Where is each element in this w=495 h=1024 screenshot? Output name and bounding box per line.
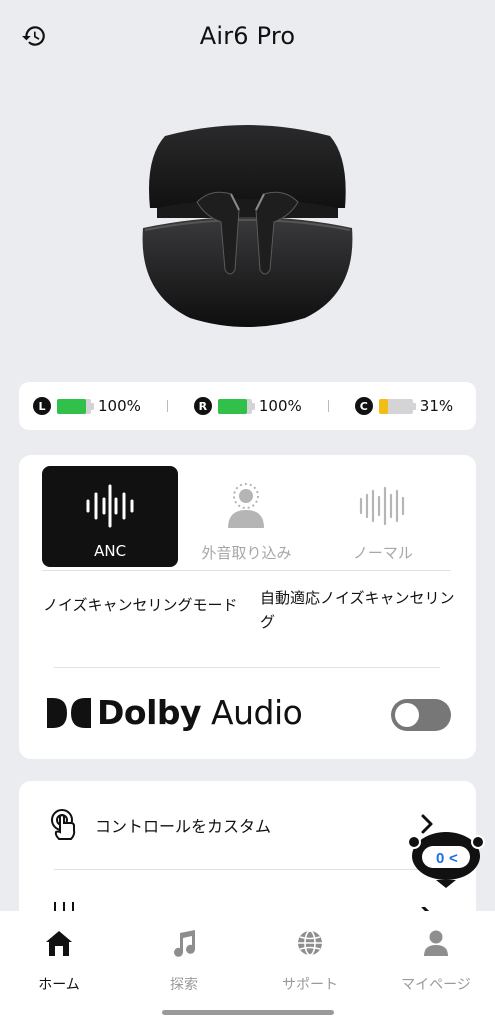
svg-text:<: < <box>449 850 458 867</box>
toggle-knob <box>395 703 419 727</box>
noise-cancel-mode-label: ノイズキャンセリングモード <box>43 596 238 614</box>
person-icon <box>422 927 450 959</box>
battery-bar-icon <box>378 398 416 414</box>
touch-gesture-icon <box>49 808 79 842</box>
battery-left: L 100% <box>33 397 141 415</box>
divider <box>42 570 451 571</box>
battery-divider <box>166 400 168 412</box>
divider <box>54 667 440 668</box>
battery-fill <box>57 398 87 414</box>
mode-label: ノーマル <box>352 544 413 562</box>
battery-bar-icon <box>57 398 94 414</box>
ambient-person-icon <box>225 476 267 536</box>
right-badge: R <box>193 397 212 415</box>
tab-mypage[interactable]: マイページ <box>374 927 495 994</box>
page-title: Air6 Pro <box>199 22 296 50</box>
mode-anc[interactable]: ANC <box>42 466 179 567</box>
left-badge: L <box>33 397 51 415</box>
battery-divider <box>327 400 329 412</box>
normal-wave-icon <box>358 476 408 536</box>
svg-text:0: 0 <box>436 850 444 867</box>
mode-selector: ANC 外音取り込み ノーマル <box>42 466 451 567</box>
battery-bar-icon <box>217 398 255 414</box>
mode-normal[interactable]: ノーマル <box>315 466 451 567</box>
globe-icon <box>296 927 324 959</box>
divider <box>54 869 440 870</box>
mode-label: ANC <box>94 542 127 560</box>
tab-label: サポート <box>282 977 338 993</box>
case-badge: C <box>354 397 373 415</box>
battery-fill <box>217 398 248 414</box>
mode-ambient[interactable]: 外音取り込み <box>178 466 314 567</box>
dolby-audio-logo: Dolby Audio <box>47 693 303 732</box>
home-icon <box>44 927 74 959</box>
tab-label: マイページ <box>401 977 471 993</box>
battery-fill <box>378 398 388 414</box>
app-header: Air6 Pro <box>0 0 495 72</box>
assistant-robot-icon[interactable]: 0 < <box>406 826 486 890</box>
mode-label: 外音取り込み <box>201 544 292 562</box>
battery-status-card: L 100% R 100% C 31% <box>19 382 476 430</box>
sound-mode-card: ANC 外音取り込み ノーマル ノイズキャンセリングモード 自動適応ノイズキャン… <box>19 455 476 759</box>
dolby-toggle[interactable] <box>391 699 451 731</box>
noise-cancel-mode-value[interactable]: 自動適応ノイズキャンセリング <box>260 586 460 634</box>
battery-case: C 31% <box>354 397 462 415</box>
battery-right: R 100% <box>193 397 302 415</box>
battery-percent: 100% <box>98 397 141 415</box>
battery-percent: 31% <box>419 397 454 415</box>
tab-support[interactable]: サポート <box>248 927 372 994</box>
bottom-tab-bar: ホーム 探索 サポート マイページ <box>0 911 495 1024</box>
dolby-wordmark: Dolby Audio <box>97 693 303 732</box>
tab-label: 探索 <box>170 977 198 993</box>
waveform-icon <box>84 476 136 536</box>
equalizer-icon <box>51 899 77 911</box>
tab-explore[interactable]: 探索 <box>122 927 246 994</box>
chevron-right-icon <box>420 902 434 911</box>
tab-home[interactable]: ホーム <box>0 927 121 994</box>
earbuds-case-image <box>135 118 360 333</box>
tab-label: ホーム <box>38 977 80 993</box>
custom-controls-label: コントロールをカスタム <box>95 817 272 836</box>
home-indicator <box>162 1010 334 1015</box>
battery-percent: 100% <box>258 397 302 415</box>
dolby-icon <box>47 697 91 728</box>
music-note-icon <box>171 927 197 959</box>
